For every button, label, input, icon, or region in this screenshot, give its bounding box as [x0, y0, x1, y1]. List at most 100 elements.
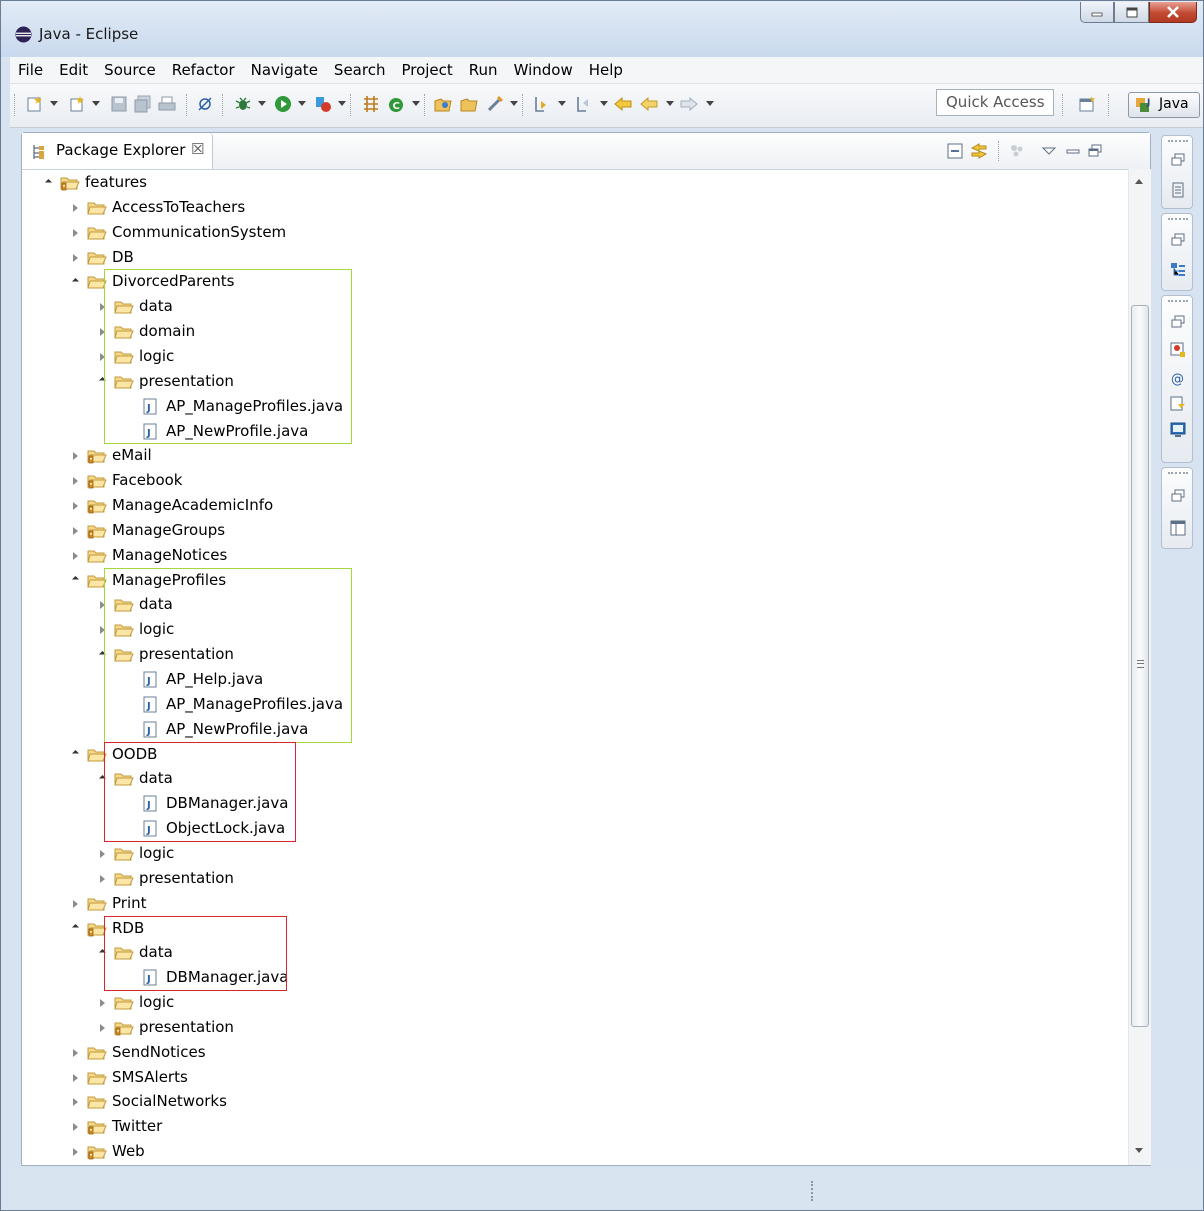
collapsed-arrow-icon[interactable]	[96, 624, 108, 636]
trim-grip[interactable]	[1168, 218, 1188, 220]
menu-run[interactable]: Run	[461, 61, 506, 79]
trim-grip[interactable]	[1168, 300, 1188, 302]
expanded-arrow-icon[interactable]	[96, 649, 108, 661]
tree-item-divorcedparents[interactable]: DivorcedParents	[22, 270, 1122, 294]
external-tools-icon[interactable]	[314, 95, 332, 113]
tree-item-web[interactable]: Web	[22, 1140, 1122, 1164]
new-icon[interactable]	[26, 95, 44, 113]
collapsed-arrow-icon[interactable]	[96, 848, 108, 860]
expanded-arrow-icon[interactable]	[69, 923, 81, 935]
new-dropdown[interactable]	[50, 101, 58, 106]
trim-grip[interactable]	[1168, 140, 1188, 142]
minimize-button[interactable]	[1080, 2, 1114, 23]
tree-item-ap-newprofile-java[interactable]: J AP_NewProfile.java	[22, 420, 1122, 444]
menu-window[interactable]: Window	[506, 61, 581, 79]
tree-item-presentation[interactable]: presentation	[22, 867, 1122, 891]
new-package-dropdown[interactable]	[92, 101, 100, 106]
print-icon[interactable]	[158, 95, 176, 113]
collapsed-arrow-icon[interactable]	[69, 227, 81, 239]
external-tools-dropdown[interactable]	[338, 101, 346, 106]
tree-item-sendnotices[interactable]: SendNotices	[22, 1041, 1122, 1065]
javadoc-icon[interactable]: @	[1170, 370, 1186, 386]
menu-navigate[interactable]: Navigate	[243, 61, 326, 79]
view-menu-icon[interactable]	[1040, 142, 1058, 160]
collapsed-arrow-icon[interactable]	[69, 550, 81, 562]
package-tree[interactable]: features AccessToTeachers CommunicationSys…	[22, 169, 1128, 1165]
collapsed-arrow-icon[interactable]	[69, 1121, 81, 1133]
restore-stack-icon[interactable]	[1170, 152, 1186, 168]
tree-item-rdb[interactable]: RDB	[22, 917, 1122, 941]
tree-item-data[interactable]: data	[22, 767, 1122, 791]
toggle-breakpoints-icon[interactable]	[196, 95, 214, 113]
menu-refactor[interactable]: Refactor	[164, 61, 243, 79]
collapsed-arrow-icon[interactable]	[96, 351, 108, 363]
search-icon[interactable]	[486, 95, 504, 113]
tree-item-oodb[interactable]: OODB	[22, 743, 1122, 767]
tree-item-email[interactable]: eMail	[22, 444, 1122, 468]
tree-item-db[interactable]: DB	[22, 246, 1122, 270]
tree-item-logic[interactable]: logic	[22, 618, 1122, 642]
collapsed-arrow-icon[interactable]	[69, 475, 81, 487]
declaration-icon[interactable]	[1170, 396, 1186, 412]
tree-item-manageprofiles[interactable]: ManageProfiles	[22, 569, 1122, 593]
tree-item-communicationsystem[interactable]: CommunicationSystem	[22, 221, 1122, 245]
new-java-class-icon[interactable]: C	[388, 95, 406, 113]
link-with-editor-icon[interactable]	[970, 142, 988, 160]
open-type-icon[interactable]	[434, 95, 452, 113]
quick-access-field[interactable]: Quick Access	[936, 89, 1054, 116]
menu-edit[interactable]: Edit	[51, 61, 96, 79]
status-bar-grip[interactable]	[811, 1181, 813, 1201]
next-annotation-dropdown[interactable]	[558, 101, 566, 106]
tree-item-ap-manageprofiles-java[interactable]: J AP_ManageProfiles.java	[22, 693, 1122, 717]
tree-item-socialnetworks[interactable]: SocialNetworks	[22, 1090, 1122, 1114]
tree-item-accesstoteachers[interactable]: AccessToTeachers	[22, 196, 1122, 220]
new-class-dropdown[interactable]	[412, 101, 420, 106]
tree-item-features[interactable]: features	[22, 171, 1122, 195]
collapsed-arrow-icon[interactable]	[69, 898, 81, 910]
debug-dropdown[interactable]	[258, 101, 266, 106]
menu-help[interactable]: Help	[581, 61, 631, 79]
collapsed-arrow-icon[interactable]	[69, 1072, 81, 1084]
maximize-button[interactable]	[1114, 2, 1149, 23]
vertical-scrollbar[interactable]	[1128, 169, 1151, 1165]
new-java-project-icon[interactable]	[362, 95, 380, 113]
next-annotation-icon[interactable]	[532, 95, 550, 113]
tree-item-data[interactable]: data	[22, 941, 1122, 965]
collapsed-arrow-icon[interactable]	[69, 450, 81, 462]
tab-close-icon[interactable]: ☒	[191, 140, 204, 158]
focus-on-active-task-icon[interactable]	[1008, 142, 1026, 160]
java-perspective-button[interactable]: J Java	[1128, 92, 1200, 118]
tree-item-objectlock-java[interactable]: J ObjectLock.java	[22, 817, 1122, 841]
collapsed-arrow-icon[interactable]	[69, 252, 81, 264]
collapsed-arrow-icon[interactable]	[96, 997, 108, 1009]
collapsed-arrow-icon[interactable]	[96, 599, 108, 611]
expanded-arrow-icon[interactable]	[69, 575, 81, 587]
collapsed-arrow-icon[interactable]	[69, 525, 81, 537]
tree-item-dbmanager-java[interactable]: J DBManager.java	[22, 966, 1122, 990]
tree-item-print[interactable]: Print	[22, 892, 1122, 916]
scroll-up-arrow[interactable]	[1135, 179, 1143, 184]
problems-icon[interactable]	[1170, 342, 1186, 358]
menu-search[interactable]: Search	[326, 61, 394, 79]
collapsed-arrow-icon[interactable]	[69, 1047, 81, 1059]
tree-item-logic[interactable]: logic	[22, 842, 1122, 866]
last-edit-location-icon[interactable]	[614, 95, 632, 113]
scrollbar-thumb[interactable]	[1131, 305, 1149, 1027]
close-button[interactable]	[1149, 2, 1197, 23]
collapsed-arrow-icon[interactable]	[96, 301, 108, 313]
restore-stack-icon[interactable]	[1170, 232, 1186, 248]
tree-item-smsalerts[interactable]: SMSAlerts	[22, 1066, 1122, 1090]
menu-source[interactable]: Source	[96, 61, 164, 79]
outline-icon[interactable]	[1170, 262, 1186, 278]
previous-annotation-icon[interactable]	[574, 95, 592, 113]
package-explorer-tab[interactable]: Package Explorer ☒	[22, 133, 213, 169]
minimize-view-icon[interactable]	[1064, 142, 1082, 160]
expanded-arrow-icon[interactable]	[69, 749, 81, 761]
title-bar[interactable]: Java - Eclipse	[1, 1, 1203, 57]
tree-item-manageacademicinfo[interactable]: ManageAcademicInfo	[22, 494, 1122, 518]
collapsed-arrow-icon[interactable]	[69, 202, 81, 214]
tree-item-managegroups[interactable]: ManageGroups	[22, 519, 1122, 543]
restore-stack-icon[interactable]	[1170, 488, 1186, 504]
tree-item-presentation[interactable]: presentation	[22, 1016, 1122, 1040]
tree-item-ap-newprofile-java[interactable]: J AP_NewProfile.java	[22, 718, 1122, 742]
